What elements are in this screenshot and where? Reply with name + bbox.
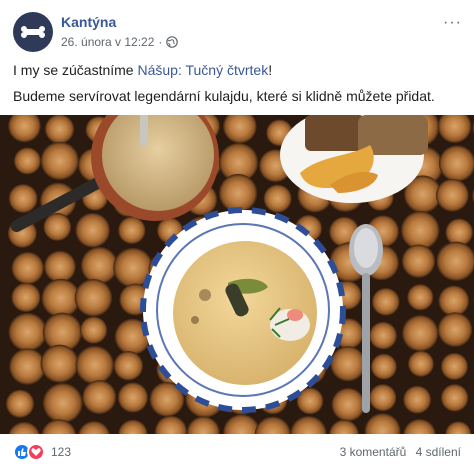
more-options-icon[interactable]: ··· bbox=[443, 14, 462, 32]
page-name[interactable]: Kantýna bbox=[61, 14, 116, 30]
shares-count[interactable]: 4 sdílení bbox=[416, 445, 461, 459]
post-meta: 26. února v 12:22 · bbox=[61, 35, 179, 49]
love-icon bbox=[27, 443, 45, 461]
reactions-summary[interactable]: 123 bbox=[13, 443, 71, 461]
globe-icon[interactable] bbox=[166, 36, 179, 48]
event-link[interactable]: Nášup: Tučný čtvrtek bbox=[137, 62, 268, 78]
post-text-suffix: ! bbox=[268, 62, 273, 78]
comments-count[interactable]: 3 komentářů bbox=[340, 445, 407, 459]
post-text-line-1: I my se zúčastníme Nášup: Tučný čtvrtek! bbox=[13, 61, 272, 79]
post-text-line-2: Budeme servírovat legendární kulajdu, kt… bbox=[13, 88, 435, 104]
post-text-prefix: I my se zúčastníme bbox=[13, 62, 138, 78]
post-photo[interactable] bbox=[0, 115, 474, 434]
post-footer: 123 3 komentářů 4 sdílení bbox=[0, 434, 474, 474]
post-header: Kantýna 26. února v 12:22 · ··· bbox=[0, 0, 474, 58]
engagement-stats: 3 komentářů 4 sdílení bbox=[340, 445, 461, 459]
food-photo bbox=[0, 115, 474, 434]
meta-separator: · bbox=[158, 35, 163, 49]
page-avatar[interactable] bbox=[13, 12, 53, 52]
soup-plate bbox=[140, 207, 346, 413]
reaction-count: 123 bbox=[51, 445, 72, 459]
bone-logo-icon bbox=[21, 26, 45, 38]
post-timestamp[interactable]: 26. února v 12:22 bbox=[61, 35, 154, 49]
